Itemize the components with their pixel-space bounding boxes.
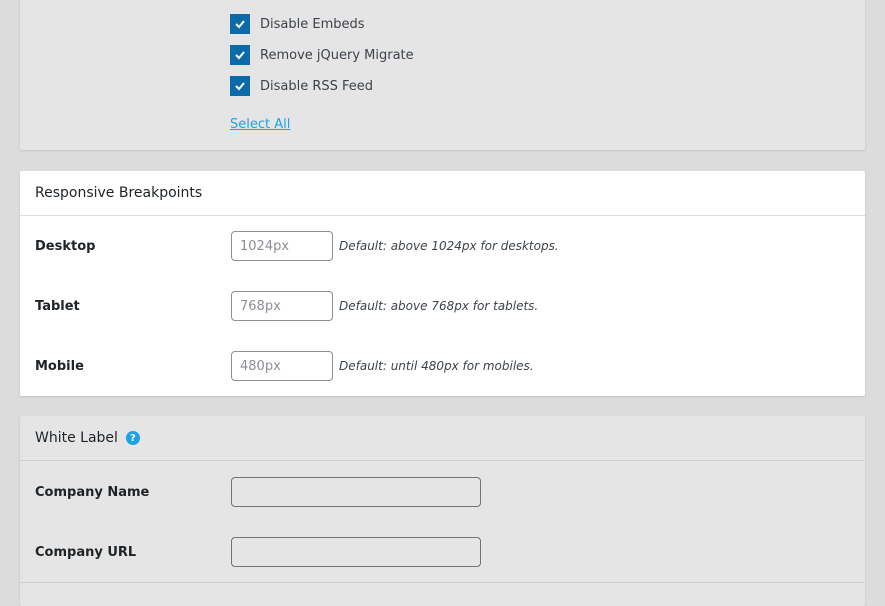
company-url-input[interactable]	[231, 537, 481, 567]
field-label: Desktop	[35, 239, 231, 254]
checkbox-label: Disable RSS Feed	[260, 79, 373, 94]
desktop-breakpoint-input[interactable]: 1024px	[231, 231, 333, 261]
checkbox-checked-icon[interactable]	[230, 14, 250, 34]
checkbox-checked-icon[interactable]	[230, 45, 250, 65]
company-name-input[interactable]	[231, 477, 481, 507]
checkbox-checked-icon[interactable]	[230, 76, 250, 96]
field-label: Tablet	[35, 299, 231, 314]
field-description: Default: until 480px for mobiles.	[339, 359, 534, 373]
panel-header: White Label ?	[20, 416, 865, 461]
field-description: Default: above 768px for tablets.	[339, 299, 538, 313]
panel-title: Responsive Breakpoints	[20, 171, 865, 216]
field-label: Mobile	[35, 359, 231, 374]
checkbox-row-disable-rss[interactable]: Disable RSS Feed	[230, 76, 373, 96]
checkbox-row-remove-jquery-migrate[interactable]: Remove jQuery Migrate	[230, 45, 414, 65]
responsive-breakpoints-panel: Responsive Breakpoints Desktop 1024px De…	[20, 171, 865, 396]
select-all-link[interactable]: Select All	[230, 117, 290, 132]
breakpoint-row-desktop: Desktop 1024px Default: above 1024px for…	[35, 231, 850, 261]
field-description: Default: above 1024px for desktops.	[339, 239, 559, 253]
checkbox-row-disable-embeds[interactable]: Disable Embeds	[230, 14, 365, 34]
white-label-panel: White Label ? Company Name Company URL	[20, 416, 865, 606]
divider	[20, 582, 865, 583]
tablet-breakpoint-input[interactable]: 768px	[231, 291, 333, 321]
mobile-breakpoint-input[interactable]: 480px	[231, 351, 333, 381]
breakpoint-row-tablet: Tablet 768px Default: above 768px for ta…	[35, 291, 850, 321]
company-url-row: Company URL	[35, 537, 850, 567]
field-label: Company Name	[35, 485, 231, 500]
performance-panel: Disable Embeds Remove jQuery Migrate Dis…	[20, 0, 865, 150]
help-icon[interactable]: ?	[126, 431, 140, 445]
checkbox-label: Disable Embeds	[260, 17, 365, 32]
company-name-row: Company Name	[35, 477, 850, 507]
breakpoint-row-mobile: Mobile 480px Default: until 480px for mo…	[35, 351, 850, 381]
checkbox-label: Remove jQuery Migrate	[260, 48, 414, 63]
field-label: Company URL	[35, 545, 231, 560]
panel-title: White Label	[35, 430, 118, 446]
